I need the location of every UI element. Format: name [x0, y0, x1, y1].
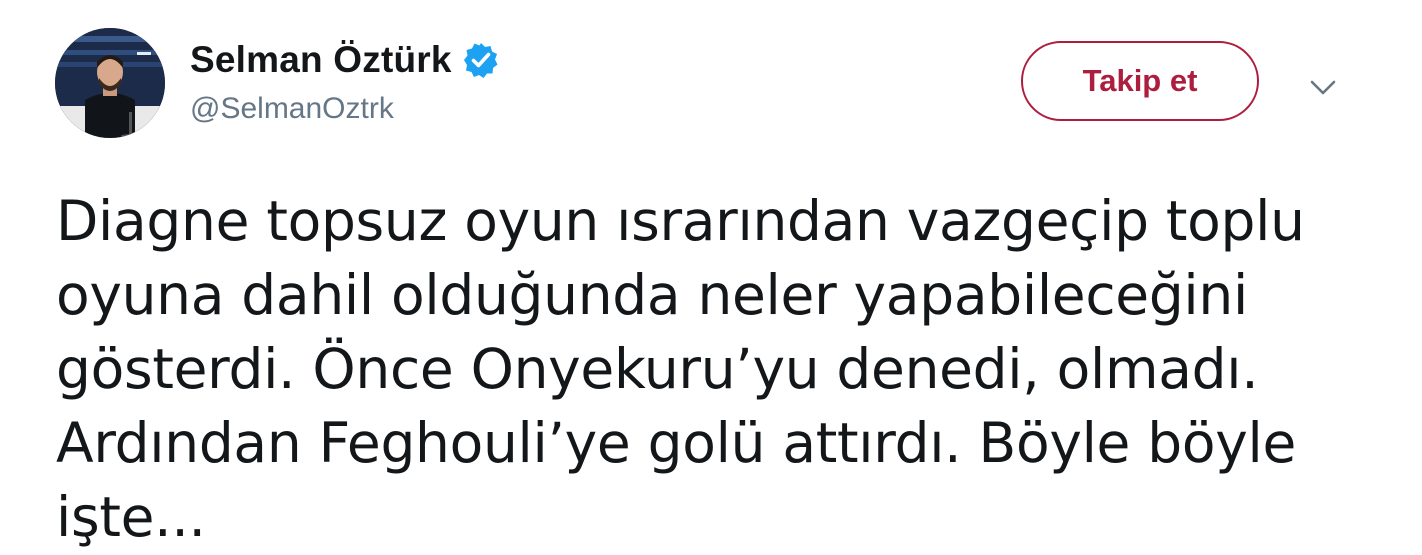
follow-button[interactable]: Takip et: [1021, 41, 1259, 121]
avatar[interactable]: [55, 28, 165, 138]
verified-badge-icon: [462, 41, 500, 79]
author-handle[interactable]: @SelmanOztrk: [190, 92, 500, 126]
avatar-photo: [55, 28, 165, 138]
chevron-down-icon[interactable]: [1300, 70, 1346, 106]
author-name-row: Selman Öztürk: [190, 34, 500, 86]
tweet-text: Diagne topsuz oyun ısrarından vazgeçip t…: [56, 189, 1305, 549]
author-info: Selman Öztürk @SelmanOztrk: [190, 34, 500, 126]
author-display-name[interactable]: Selman Öztürk: [190, 39, 452, 81]
tweet-card: Selman Öztürk @SelmanOztrk Takip et Diag…: [0, 0, 1422, 555]
